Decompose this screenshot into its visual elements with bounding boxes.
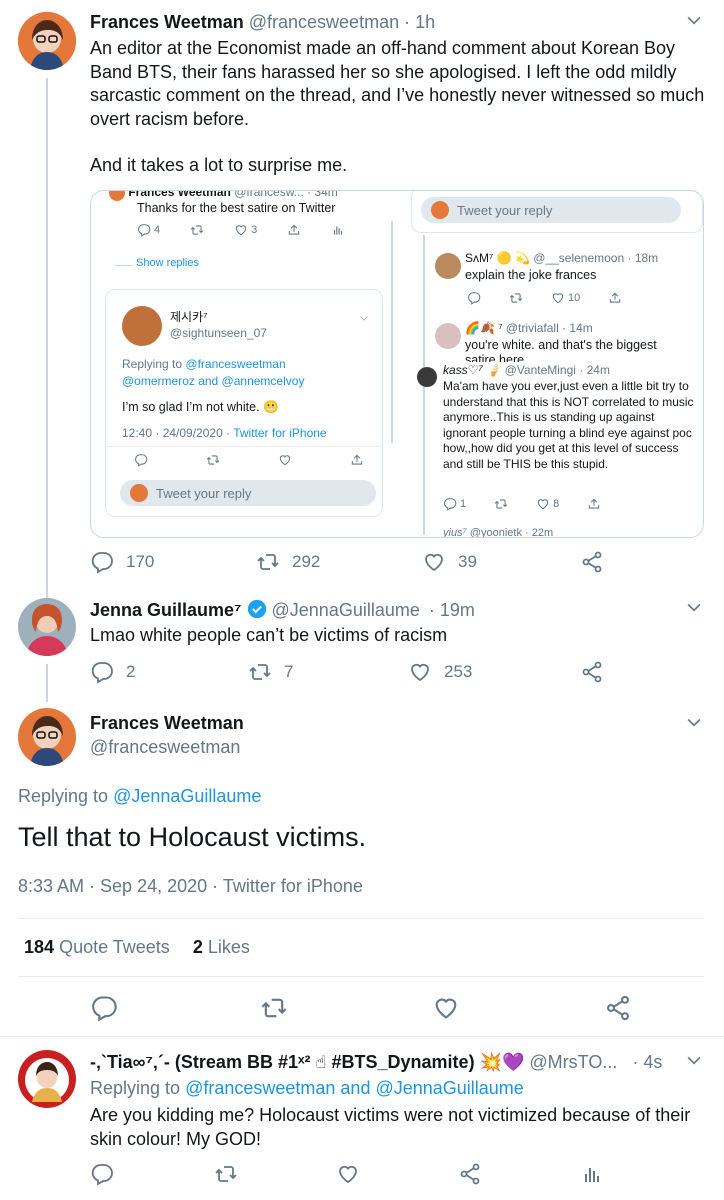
share-icon	[604, 994, 632, 1022]
tweet-text: An editor at the Economist made an off-h…	[90, 37, 710, 178]
retweet-icon	[206, 453, 220, 467]
attached-image[interactable]: Frances Weetman @francesw... · 34m Thank…	[90, 190, 704, 538]
share-icon	[287, 223, 301, 237]
like-icon	[536, 497, 550, 511]
reply-button[interactable]	[90, 1162, 114, 1186]
replying-prefix: Replying to	[90, 1078, 181, 1098]
share-icon	[580, 550, 604, 574]
verified-icon	[247, 599, 266, 619]
like-icon	[422, 550, 446, 574]
retweet-button[interactable]	[214, 1162, 238, 1186]
main-tweet-text: Tell that to Holocaust victims.	[18, 822, 367, 852]
analytics-button[interactable]	[580, 1162, 604, 1186]
share-icon	[608, 291, 622, 305]
replying-to-link[interactable]: @JennaGuillaume	[113, 786, 261, 806]
like-button[interactable]: 39	[422, 550, 477, 574]
like-icon	[278, 453, 292, 467]
retweet-icon	[509, 291, 523, 305]
embed-top-reply-text: Thanks for the best satire on Twitter	[137, 201, 336, 215]
share-button[interactable]	[458, 1162, 482, 1186]
tweet-text: Are you kidding me? Holocaust victims we…	[90, 1105, 691, 1149]
tweet-time[interactable]: · 19m	[429, 600, 475, 620]
tweet-paragraph: An editor at the Economist made an off-h…	[90, 38, 705, 129]
retweet-icon	[256, 550, 280, 574]
author-handle[interactable]: @francesweetman	[90, 737, 240, 758]
analytics-icon	[331, 223, 345, 237]
reply-icon	[90, 1162, 114, 1186]
replying-prefix: Replying to	[18, 786, 109, 806]
embed-card: 제시카⁷ @sightunseen_07 Replying to @france…	[105, 289, 383, 517]
reply-button[interactable]: 2	[90, 660, 135, 684]
share-button[interactable]	[604, 994, 632, 1022]
tweet-timestamp[interactable]: 8:33 AM · Sep 24, 2020 ·	[18, 876, 218, 896]
replying-to-link[interactable]: @francesweetman and @JennaGuillaume	[185, 1078, 524, 1098]
reply-icon	[134, 453, 148, 467]
retweet-icon	[214, 1162, 238, 1186]
share-icon	[458, 1162, 482, 1186]
like-button[interactable]	[336, 1162, 360, 1186]
tweet-text: Lmao white people can’t be victims of ra…	[90, 625, 448, 645]
reply-icon	[90, 550, 114, 574]
like-icon: 3	[234, 223, 257, 237]
retweet-icon	[190, 223, 204, 237]
share-button[interactable]	[580, 660, 604, 684]
like-icon	[432, 994, 460, 1022]
chevron-down-icon[interactable]	[684, 1050, 704, 1070]
author-handle[interactable]: @francesweetman	[249, 12, 399, 32]
author-name[interactable]: -‚`Tia∞⁷‚´- (Stream BB #1ˣ² ☝ #BTS_Dynam…	[90, 1052, 524, 1072]
avatar-frances[interactable]	[18, 708, 76, 766]
tweet-time[interactable]: · 1h	[404, 12, 435, 32]
share-button[interactable]	[580, 550, 604, 574]
reply-icon	[443, 497, 457, 511]
thread-line	[46, 78, 48, 598]
reply-icon	[467, 291, 481, 305]
retweet-button[interactable]: 7	[248, 660, 293, 684]
avatar-jenna[interactable]	[18, 598, 76, 656]
like-icon	[408, 660, 432, 684]
card-name: 제시카⁷	[170, 310, 208, 324]
like-button[interactable]: 253	[408, 660, 472, 684]
reply-icon	[90, 994, 118, 1022]
retweet-button[interactable]	[260, 994, 288, 1022]
reply-icon: 4	[137, 223, 160, 237]
right-reply-input: Tweet your reply	[421, 197, 681, 223]
retweet-icon	[260, 994, 288, 1022]
share-icon	[580, 660, 604, 684]
reply-icon	[90, 660, 114, 684]
author-name[interactable]: Frances Weetman	[90, 12, 244, 32]
avatar-frances[interactable]	[18, 12, 76, 70]
tweet-paragraph: And it takes a lot to surprise me.	[90, 155, 348, 175]
card-reply-input: Tweet your reply	[120, 480, 376, 506]
analytics-icon	[580, 1162, 604, 1186]
chevron-down-icon[interactable]	[684, 712, 704, 732]
reply-button[interactable]	[90, 994, 118, 1022]
reply-button[interactable]: 170	[90, 550, 154, 574]
chevron-down-icon[interactable]	[684, 10, 704, 30]
share-icon	[587, 497, 601, 511]
avatar-tia[interactable]	[18, 1050, 76, 1108]
likes-link[interactable]: 2 Likes	[193, 937, 250, 957]
like-button[interactable]	[432, 994, 460, 1022]
tweet-time[interactable]: · 4s	[632, 1052, 662, 1072]
author-handle[interactable]: @JennaGuillaume	[272, 600, 420, 620]
retweet-icon	[494, 497, 508, 511]
show-replies-link: Show replies	[136, 257, 199, 269]
share-icon	[350, 453, 364, 467]
card-handle: @sightunseen_07	[170, 326, 267, 340]
card-text: I’m so glad I’m not white. 😬	[122, 400, 279, 414]
retweet-button[interactable]: 292	[256, 550, 320, 574]
tweet-source[interactable]: Twitter for iPhone	[223, 876, 363, 896]
author-name[interactable]: Jenna Guillaume⁷	[90, 600, 241, 620]
like-icon	[336, 1162, 360, 1186]
author-name[interactable]: Frances Weetman	[90, 713, 244, 734]
author-handle[interactable]: @MrsTO...	[529, 1052, 617, 1072]
like-icon	[551, 291, 565, 305]
chevron-down-icon[interactable]	[684, 597, 704, 617]
quote-tweets-link[interactable]: 184 Quote Tweets	[24, 937, 170, 957]
retweet-icon	[248, 660, 272, 684]
